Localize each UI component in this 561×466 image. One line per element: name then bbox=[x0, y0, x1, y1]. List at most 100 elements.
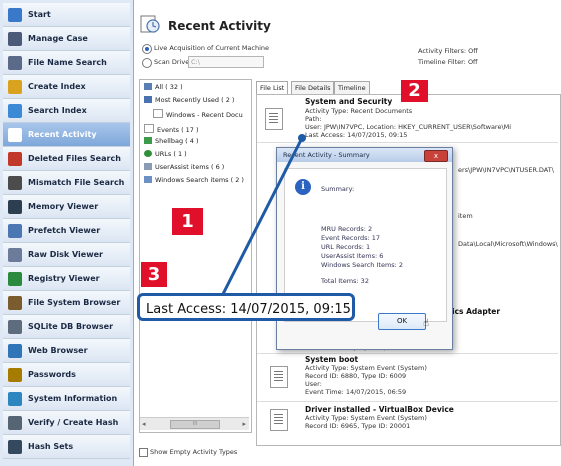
scan-drive-select[interactable]: C:\ bbox=[188, 56, 264, 68]
show-empty-checkbox[interactable] bbox=[139, 448, 148, 457]
summary-total: Total Items: 32 bbox=[321, 277, 369, 285]
fs-browser-icon bbox=[8, 295, 22, 310]
case-icon bbox=[8, 31, 22, 46]
live-acquisition-label: Live Acquisition of Current Machine bbox=[154, 44, 270, 52]
document-icon bbox=[270, 409, 288, 431]
tree-scrollbar[interactable]: ◂ III ▸ bbox=[140, 417, 249, 430]
tree-item-mru[interactable]: Most Recently Used ( 2 ) bbox=[144, 96, 234, 104]
file-search-icon bbox=[8, 55, 22, 70]
sidebar: Start Manage Case File Name Search Creat… bbox=[0, 0, 134, 466]
sidebar-item-label: Mismatch File Search bbox=[28, 178, 125, 187]
scroll-thumb[interactable]: III bbox=[170, 420, 220, 429]
sidebar-item-label: Web Browser bbox=[28, 346, 88, 355]
search-icon bbox=[144, 176, 152, 183]
entry-title[interactable]: Driver installed - VirtualBox Device bbox=[305, 405, 454, 414]
page-title: Recent Activity bbox=[168, 19, 271, 33]
divider bbox=[257, 142, 558, 143]
tree-item-windows-recent[interactable]: Windows - Recent Docu bbox=[153, 109, 243, 119]
info-icon: i bbox=[295, 179, 311, 195]
scan-drive-radio[interactable] bbox=[142, 58, 152, 68]
tree-item-windows-search[interactable]: Windows Search items ( 2 ) bbox=[144, 176, 244, 184]
sidebar-item-manage-case[interactable]: Manage Case bbox=[3, 27, 130, 51]
summary-line: URL Records: 1 bbox=[321, 243, 371, 251]
callout-3: 3 bbox=[141, 262, 167, 287]
tree-item-label: URLs ( 1 ) bbox=[155, 150, 187, 158]
sidebar-item-passwords[interactable]: Passwords bbox=[3, 363, 130, 387]
sidebar-item-prefetch-viewer[interactable]: Prefetch Viewer bbox=[3, 219, 130, 243]
prefetch-icon bbox=[8, 223, 22, 238]
tree-item-label: Shellbag ( 4 ) bbox=[155, 137, 199, 145]
callout-1: 1 bbox=[172, 208, 203, 235]
sidebar-item-label: Raw Disk Viewer bbox=[28, 250, 103, 259]
tree-item-userassist[interactable]: UserAssist items ( 6 ) bbox=[144, 163, 224, 171]
sidebar-item-recent-activity[interactable]: Recent Activity bbox=[3, 123, 130, 147]
sidebar-item-mismatch-file-search[interactable]: Mismatch File Search bbox=[3, 171, 130, 195]
sidebar-item-label: Passwords bbox=[28, 370, 76, 379]
sidebar-item-registry-viewer[interactable]: Registry Viewer bbox=[3, 267, 130, 291]
entry-type: Activity Type: Recent Documents bbox=[305, 107, 413, 115]
sidebar-item-label: Registry Viewer bbox=[28, 274, 100, 283]
entry-title[interactable]: System boot bbox=[305, 355, 358, 364]
entry-fragment: ers\JPW\IN7VPC\NTUSER.DAT\ bbox=[458, 166, 554, 174]
recent-activity-icon bbox=[140, 15, 160, 33]
entry-type: Activity Type: System Event (System) bbox=[305, 364, 427, 372]
live-acquisition-radio[interactable] bbox=[142, 44, 152, 54]
sidebar-item-search-index[interactable]: Search Index bbox=[3, 99, 130, 123]
sidebar-item-deleted-files-search[interactable]: Deleted Files Search bbox=[3, 147, 130, 171]
sidebar-item-hash-sets[interactable]: Hash Sets bbox=[3, 435, 130, 459]
dialog-title: Recent Activity - Summary bbox=[283, 151, 370, 159]
globe-icon bbox=[144, 150, 152, 157]
recent-activity-icon bbox=[8, 127, 22, 142]
activity-filters-status[interactable]: Activity Filters: Off bbox=[418, 47, 478, 55]
entry-user: User: JPW\IN7VPC, Location: HKEY_CURRENT… bbox=[305, 123, 512, 131]
close-icon[interactable]: x bbox=[424, 150, 448, 162]
timeline-filter-status[interactable]: Timeline Filter: Off bbox=[418, 58, 478, 66]
sidebar-item-label: Deleted Files Search bbox=[28, 154, 121, 163]
mismatch-icon bbox=[8, 175, 22, 190]
sidebar-item-web-browser[interactable]: Web Browser bbox=[3, 339, 130, 363]
sidebar-item-label: File System Browser bbox=[28, 298, 121, 307]
ok-button[interactable]: OK bbox=[378, 313, 426, 330]
sidebar-item-verify-create-hash[interactable]: Verify / Create Hash bbox=[3, 411, 130, 435]
shellbag-icon bbox=[144, 137, 152, 144]
sidebar-item-start[interactable]: Start bbox=[3, 3, 130, 27]
sidebar-item-system-information[interactable]: System Information bbox=[3, 387, 130, 411]
tree-item-urls[interactable]: URLs ( 1 ) bbox=[144, 150, 187, 158]
scroll-left-icon[interactable]: ◂ bbox=[142, 420, 146, 428]
sidebar-item-memory-viewer[interactable]: Memory Viewer bbox=[3, 195, 130, 219]
index-icon bbox=[8, 79, 22, 94]
divider bbox=[257, 353, 558, 354]
tree-item-label: UserAssist items ( 6 ) bbox=[155, 163, 225, 171]
sidebar-item-create-index[interactable]: Create Index bbox=[3, 75, 130, 99]
tab-file-details[interactable]: File Details bbox=[291, 81, 335, 95]
dialog-titlebar[interactable]: Recent Activity - Summary x bbox=[277, 148, 452, 162]
scroll-right-icon[interactable]: ▸ bbox=[242, 420, 246, 428]
tree-item-shellbag[interactable]: Shellbag ( 4 ) bbox=[144, 137, 199, 145]
tree-item-label: Most Recently Used ( 2 ) bbox=[155, 96, 235, 104]
tree-item-events[interactable]: Events ( 17 ) bbox=[144, 124, 199, 134]
sidebar-item-label: Prefetch Viewer bbox=[28, 226, 101, 235]
sidebar-item-raw-disk-viewer[interactable]: Raw Disk Viewer bbox=[3, 243, 130, 267]
list-icon bbox=[144, 83, 152, 90]
tab-timeline[interactable]: Timeline bbox=[334, 81, 370, 95]
sidebar-item-file-name-search[interactable]: File Name Search bbox=[3, 51, 130, 75]
entry-last-access: Last Access: 14/07/2015, 09:15 bbox=[305, 131, 408, 139]
sidebar-item-label: Hash Sets bbox=[28, 442, 74, 451]
sidebar-item-file-system-browser[interactable]: File System Browser bbox=[3, 291, 130, 315]
sidebar-item-sqlite-db-browser[interactable]: SQLite DB Browser bbox=[3, 315, 130, 339]
sidebar-item-label: Manage Case bbox=[28, 34, 88, 43]
deleted-files-icon bbox=[8, 151, 22, 166]
entry-title[interactable]: System and Security bbox=[305, 97, 392, 106]
tree-item-label: All ( 32 ) bbox=[155, 83, 183, 91]
tree-item-all[interactable]: All ( 32 ) bbox=[144, 83, 183, 91]
tree-item-label: Windows - Recent Docu bbox=[166, 111, 243, 119]
tree-item-label: Events ( 17 ) bbox=[157, 126, 199, 134]
tab-file-list[interactable]: File List bbox=[256, 81, 289, 95]
sidebar-item-label: Create Index bbox=[28, 82, 86, 91]
summary-line: UserAssist Items: 6 bbox=[321, 252, 384, 260]
entry-record: Record ID: 6880, Type ID: 6009 bbox=[305, 372, 407, 380]
entry-path: Path: bbox=[305, 115, 322, 123]
memory-icon bbox=[8, 199, 22, 214]
hash-icon bbox=[8, 415, 22, 430]
search-index-icon bbox=[8, 103, 22, 118]
